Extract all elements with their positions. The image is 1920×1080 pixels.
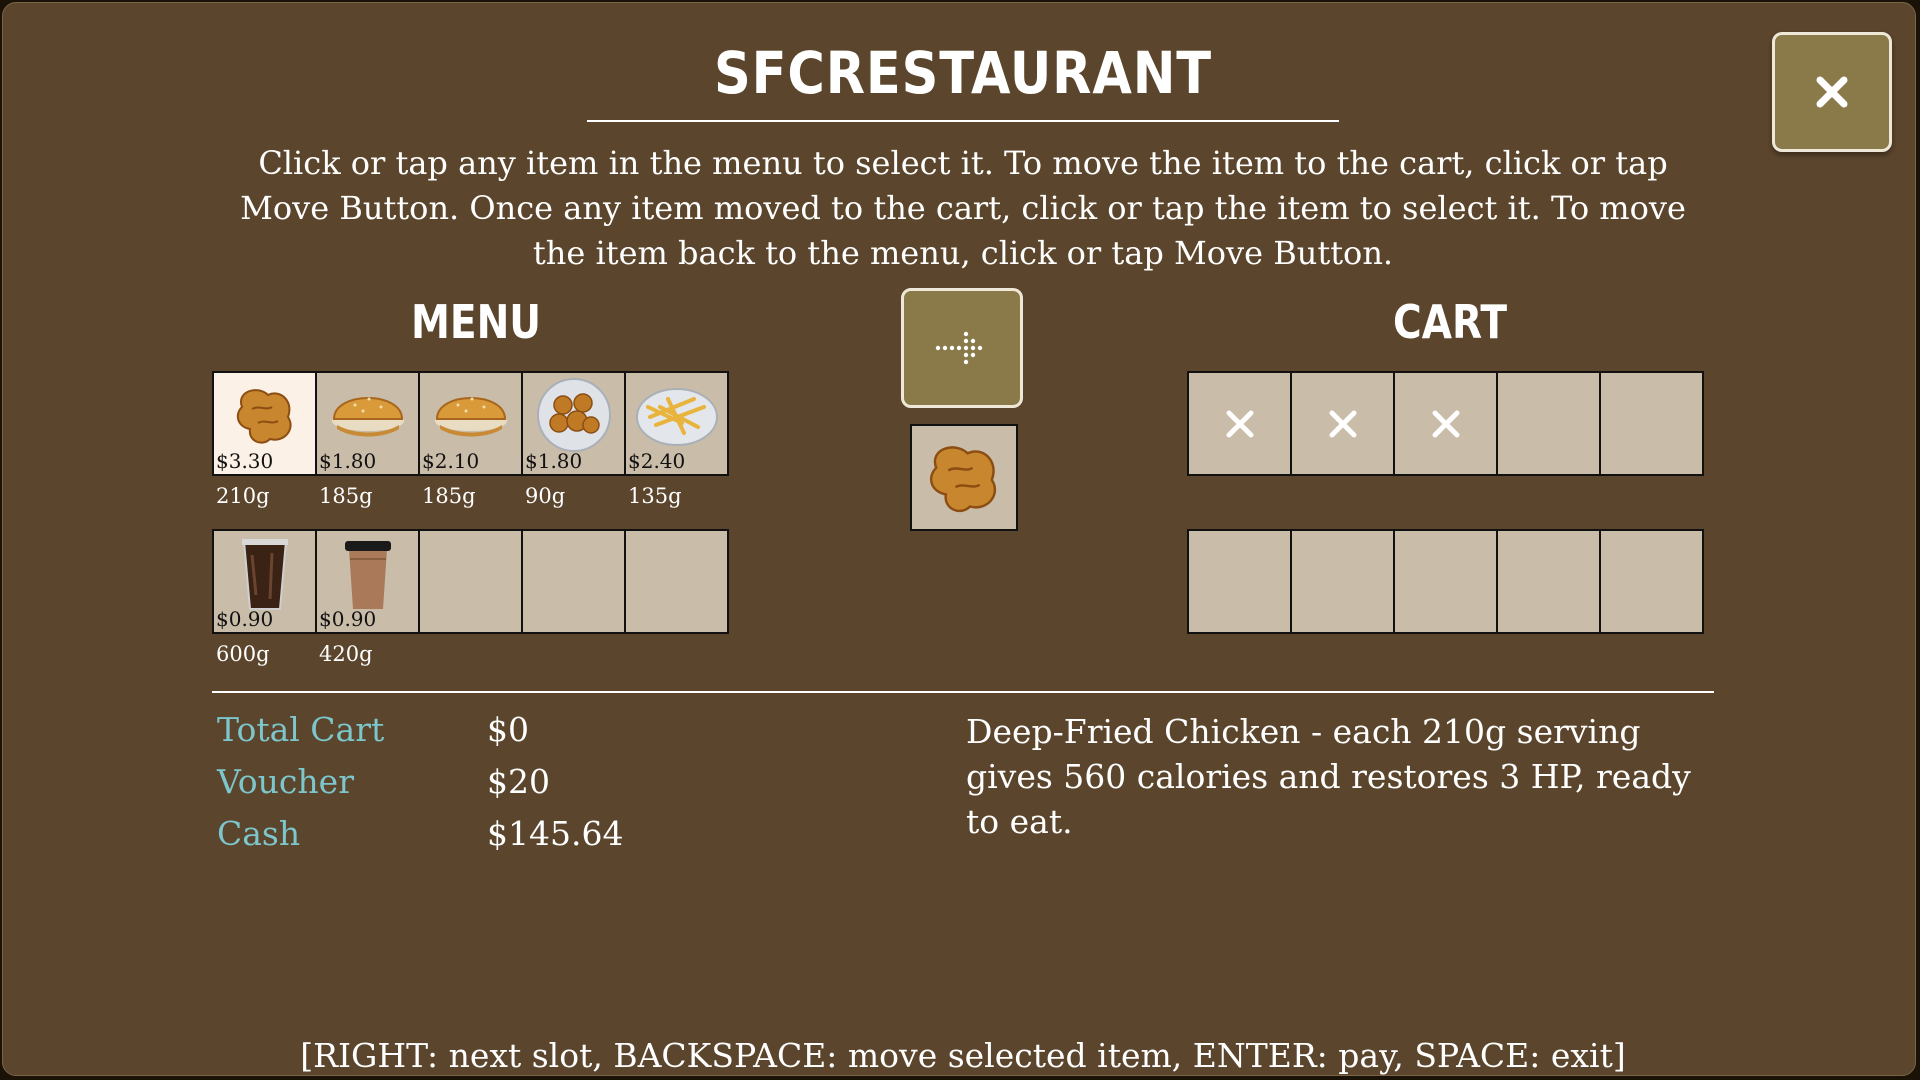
menu-slot-empty[interactable]: [624, 529, 729, 634]
item-price: $1.80: [525, 449, 583, 473]
locked-x-icon: [1329, 410, 1357, 438]
item-weight: 135g: [628, 484, 682, 508]
cart-slot-locked[interactable]: [1290, 371, 1395, 476]
menu-item-burger[interactable]: $2.10: [418, 371, 523, 476]
burger-icon: [332, 397, 404, 437]
title-underline: [587, 120, 1339, 122]
cart-slot-empty[interactable]: [1290, 529, 1395, 634]
divider: [212, 691, 1714, 693]
menu-weights-row-1: 210g 185g 185g 90g 135g: [212, 484, 727, 508]
move-arrow-icon: [935, 331, 983, 365]
fried-chicken-icon: [236, 389, 292, 444]
cart-slot-empty[interactable]: [1187, 529, 1292, 634]
coffee-cup-icon: [345, 541, 391, 609]
keyboard-hint: [RIGHT: next slot, BACKSPACE: move selec…: [300, 1036, 1626, 1075]
cola-cup-icon: [242, 539, 288, 610]
item-price: $0.90: [216, 607, 274, 631]
menu-slot-empty[interactable]: [418, 529, 523, 634]
menu-weights-row-2: 600g 420g: [212, 642, 727, 666]
menu-item-fried-chicken[interactable]: $3.30: [212, 371, 317, 476]
cart-slot-empty[interactable]: [1599, 529, 1704, 634]
cart-row-2: [1187, 529, 1704, 634]
menu-row-1: $3.30 $1.80 $2.10 $1.80 $2.40: [212, 371, 729, 476]
item-weight: [521, 642, 624, 666]
voucher-value: $20: [487, 762, 550, 801]
fries-icon: [636, 388, 718, 446]
item-description: Deep-Fried Chicken - each 210g serving g…: [966, 712, 1691, 841]
cart-slot-locked[interactable]: [1393, 371, 1498, 476]
item-price: $1.80: [319, 449, 377, 473]
item-weight: 185g: [422, 484, 476, 508]
item-weight: [418, 642, 521, 666]
total-cart-label: Total Cart: [217, 710, 385, 749]
item-weight: [624, 642, 727, 666]
close-icon: [1816, 76, 1848, 108]
item-price: $0.90: [319, 607, 377, 631]
nuggets-icon: [537, 378, 611, 452]
page-title: SFCRESTAURANT: [713, 39, 1213, 107]
item-price: $3.30: [216, 449, 274, 473]
item-weight: 90g: [525, 484, 566, 508]
item-weight: 600g: [216, 642, 270, 666]
menu-item-fries[interactable]: $2.40: [624, 371, 729, 476]
total-cart-value: $0: [487, 710, 529, 749]
item-weight: 420g: [319, 642, 373, 666]
menu-item-coffee-cup[interactable]: $0.90: [315, 529, 420, 634]
cart-slot-empty[interactable]: [1393, 529, 1498, 634]
menu-item-burger[interactable]: $1.80: [315, 371, 420, 476]
menu-row-2: $0.90 $0.90: [212, 529, 729, 634]
locked-x-icon: [1432, 410, 1460, 438]
cart-slot-locked[interactable]: [1187, 371, 1292, 476]
item-price: $2.40: [628, 449, 686, 473]
menu-slot-empty[interactable]: [521, 529, 626, 634]
menu-title: MENU: [410, 295, 542, 349]
move-button[interactable]: [901, 288, 1023, 408]
instructions-text: Click or tap any item in the menu to sel…: [240, 144, 1686, 272]
restaurant-panel: SFCRESTAURANT Click or tap any item in t…: [2, 2, 1916, 1076]
menu-item-nuggets[interactable]: $1.80: [521, 371, 626, 476]
item-weight: 185g: [319, 484, 373, 508]
cart-slot-empty[interactable]: [1496, 371, 1601, 476]
cart-slot-empty[interactable]: [1599, 371, 1704, 476]
item-price: $2.10: [422, 449, 480, 473]
item-weight: 210g: [216, 484, 270, 508]
voucher-label: Voucher: [217, 762, 354, 801]
locked-x-icon: [1226, 410, 1254, 438]
fried-chicken-icon: [929, 446, 997, 512]
cart-title: CART: [1393, 295, 1507, 349]
selected-item-preview: [910, 424, 1018, 531]
cart-row-1: [1187, 371, 1704, 476]
cash-value: $145.64: [487, 814, 624, 853]
menu-item-cola-cup[interactable]: $0.90: [212, 529, 317, 634]
close-button[interactable]: [1772, 32, 1892, 152]
cart-slot-empty[interactable]: [1496, 529, 1601, 634]
burger-icon: [435, 397, 507, 437]
cash-label: Cash: [217, 814, 301, 853]
